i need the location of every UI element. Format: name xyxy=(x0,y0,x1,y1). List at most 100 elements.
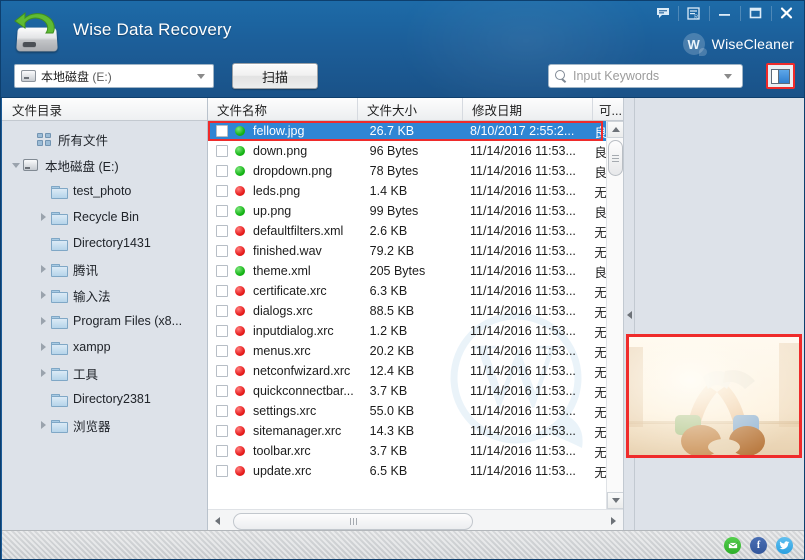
sidebar-item[interactable]: 输入法 xyxy=(2,282,207,308)
preview-image-frame[interactable] xyxy=(626,334,802,458)
email-icon[interactable] xyxy=(724,537,741,554)
drive-select-value: 本地磁盘 (E:) xyxy=(41,68,112,85)
table-row[interactable]: netconfwizard.xrc12.4 KB11/14/2016 11:53… xyxy=(208,361,623,381)
row-checkbox[interactable] xyxy=(216,365,228,377)
horizontal-scroll-thumb[interactable] xyxy=(233,513,473,530)
column-header-size[interactable]: 文件大小 xyxy=(358,98,463,120)
row-checkbox[interactable] xyxy=(216,245,228,257)
feedback-icon[interactable] xyxy=(647,2,678,25)
cell-modified-date: 11/14/2016 11:53... xyxy=(470,244,594,258)
sidebar-item[interactable]: Directory1431 xyxy=(2,230,207,256)
table-row[interactable]: menus.xrc20.2 KB11/14/2016 11:53...无 xyxy=(208,341,623,361)
panel-splitter[interactable] xyxy=(623,98,635,532)
table-row[interactable]: finished.wav79.2 KB11/14/2016 11:53...无 xyxy=(208,241,623,261)
column-header-name[interactable]: 文件名称 xyxy=(208,98,358,120)
row-checkbox[interactable] xyxy=(216,165,228,177)
search-history-chevron-down-icon[interactable] xyxy=(724,74,732,79)
chevron-right-icon[interactable] xyxy=(36,213,51,221)
table-row[interactable]: leds.png1.4 KB11/14/2016 11:53...无 xyxy=(208,181,623,201)
row-checkbox[interactable] xyxy=(216,305,228,317)
file-list-vertical-scrollbar[interactable] xyxy=(606,121,623,509)
chevron-right-icon[interactable] xyxy=(36,317,51,325)
sidebar-item[interactable]: Directory2381 xyxy=(2,386,207,412)
row-checkbox[interactable] xyxy=(216,425,228,437)
recovery-arrow-icon xyxy=(13,11,57,41)
table-row[interactable]: defaultfilters.xml2.6 KB11/14/2016 11:53… xyxy=(208,221,623,241)
cell-file-size: 26.7 KB xyxy=(370,124,470,138)
table-row[interactable]: theme.xml205 Bytes11/14/2016 11:53...良 xyxy=(208,261,623,281)
row-checkbox[interactable] xyxy=(216,205,228,217)
close-button[interactable] xyxy=(771,2,802,25)
minimize-button[interactable] xyxy=(709,2,740,25)
chevron-right-icon[interactable] xyxy=(36,421,51,429)
register-icon[interactable]: R xyxy=(678,2,709,25)
cell-file-size: 96 Bytes xyxy=(370,144,470,158)
row-checkbox[interactable] xyxy=(216,445,228,457)
row-checkbox[interactable] xyxy=(216,325,228,337)
split-view-icon xyxy=(771,69,790,84)
cell-modified-date: 11/14/2016 11:53... xyxy=(470,464,594,478)
health-good-icon xyxy=(235,126,245,136)
sidebar-item[interactable]: 腾讯 xyxy=(2,256,207,282)
table-row[interactable]: up.png99 Bytes11/14/2016 11:53...良 xyxy=(208,201,623,221)
table-row[interactable]: sitemanager.xrc14.3 KB11/14/2016 11:53..… xyxy=(208,421,623,441)
chevron-right-icon[interactable] xyxy=(36,265,51,273)
table-row[interactable]: down.png96 Bytes11/14/2016 11:53...良 xyxy=(208,141,623,161)
chevron-right-icon[interactable] xyxy=(36,369,51,377)
table-row[interactable]: toolbar.xrc3.7 KB11/14/2016 11:53...无 xyxy=(208,441,623,461)
sidebar-item[interactable]: test_photo xyxy=(2,178,207,204)
scroll-right-button[interactable] xyxy=(605,513,622,530)
row-checkbox[interactable] xyxy=(216,225,228,237)
row-checkbox[interactable] xyxy=(216,125,228,137)
row-checkbox[interactable] xyxy=(216,285,228,297)
chevron-right-icon[interactable] xyxy=(36,291,51,299)
twitter-icon[interactable] xyxy=(776,537,793,554)
sidebar-item[interactable]: 工具 xyxy=(2,360,207,386)
cell-file-size: 6.5 KB xyxy=(370,464,470,478)
drive-name: 本地磁盘 xyxy=(41,70,89,84)
row-checkbox[interactable] xyxy=(216,345,228,357)
scan-button[interactable]: 扫描 xyxy=(232,63,318,89)
column-header-recoverability[interactable]: 可... xyxy=(593,98,623,120)
row-checkbox[interactable] xyxy=(216,265,228,277)
scroll-left-button[interactable] xyxy=(209,513,226,530)
maximize-button[interactable] xyxy=(740,2,771,25)
table-row[interactable]: quickconnectbar...3.7 KB11/14/2016 11:53… xyxy=(208,381,623,401)
row-checkbox[interactable] xyxy=(216,145,228,157)
search-input[interactable]: Input Keywords xyxy=(573,69,659,83)
table-row[interactable]: update.xrc6.5 KB11/14/2016 11:53...无 xyxy=(208,461,623,481)
chevron-right-icon[interactable] xyxy=(36,343,51,351)
chevron-down-icon[interactable] xyxy=(8,163,23,168)
row-checkbox[interactable] xyxy=(216,465,228,477)
sidebar-item[interactable]: 浏览器 xyxy=(2,412,207,438)
scroll-down-button[interactable] xyxy=(607,492,623,509)
preview-pane-toggle-button[interactable] xyxy=(766,63,795,89)
table-row[interactable]: fellow.jpg26.7 KB8/10/2017 2:55:2...良 xyxy=(208,121,623,141)
column-header-date[interactable]: 修改日期 xyxy=(463,98,593,120)
sidebar-item[interactable]: xampp xyxy=(2,334,207,360)
collapse-preview-arrow-icon[interactable] xyxy=(627,311,632,319)
table-row[interactable]: inputdialog.xrc1.2 KB11/14/2016 11:53...… xyxy=(208,321,623,341)
row-checkbox[interactable] xyxy=(216,405,228,417)
sidebar-item[interactable]: 本地磁盘 (E:) xyxy=(2,152,207,178)
file-list-horizontal-scrollbar[interactable] xyxy=(208,509,623,532)
search-box[interactable]: Input Keywords xyxy=(548,64,743,88)
brand-name: WiseCleaner xyxy=(712,36,794,52)
scroll-up-button[interactable] xyxy=(607,121,623,138)
sidebar-item[interactable]: Recycle Bin xyxy=(2,204,207,230)
table-row[interactable]: certificate.xrc6.3 KB11/14/2016 11:53...… xyxy=(208,281,623,301)
horizontal-scroll-track[interactable] xyxy=(227,513,604,530)
sidebar-item-label: test_photo xyxy=(73,184,131,198)
sidebar-item-label: 工具 xyxy=(73,364,98,383)
table-row[interactable]: settings.xrc55.0 KB11/14/2016 11:53...无 xyxy=(208,401,623,421)
sidebar-item[interactable]: 所有文件 xyxy=(2,126,207,152)
row-checkbox[interactable] xyxy=(216,185,228,197)
table-row[interactable]: dialogs.xrc88.5 KB11/14/2016 11:53...无 xyxy=(208,301,623,321)
cell-file-size: 79.2 KB xyxy=(370,244,470,258)
sidebar-item[interactable]: Program Files (x8... xyxy=(2,308,207,334)
vertical-scroll-thumb[interactable] xyxy=(608,140,623,176)
facebook-icon[interactable]: f xyxy=(750,537,767,554)
row-checkbox[interactable] xyxy=(216,385,228,397)
table-row[interactable]: dropdown.png78 Bytes11/14/2016 11:53...良 xyxy=(208,161,623,181)
drive-select[interactable]: 本地磁盘 (E:) xyxy=(14,64,214,88)
